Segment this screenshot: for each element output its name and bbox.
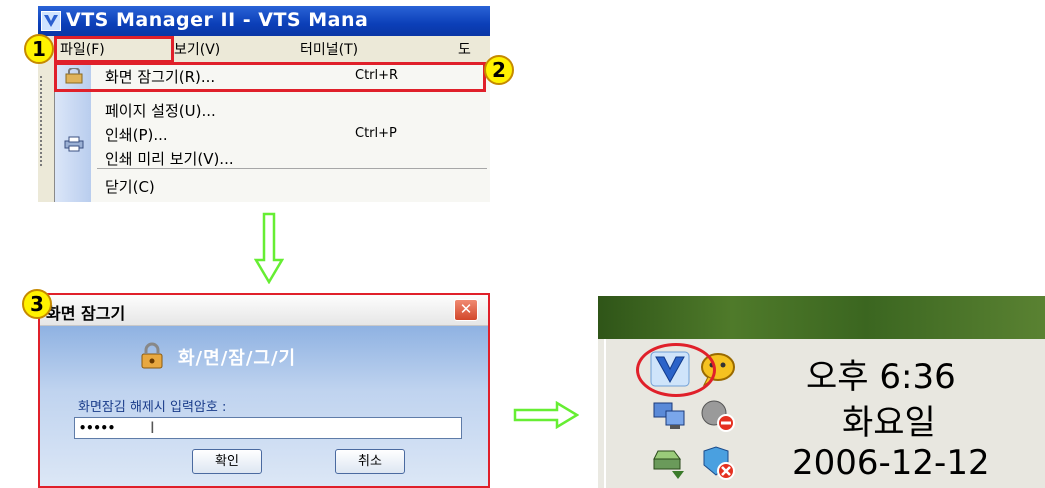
window-title: VTS Manager II - VTS Mana (66, 9, 369, 31)
step-badge-3: 3 (22, 289, 52, 319)
password-label: 화면잠김 해제시 입력암호 : (78, 400, 227, 415)
cancel-button[interactable]: 취소 (335, 449, 405, 474)
no-connection-icon[interactable] (698, 399, 738, 433)
password-input[interactable] (74, 417, 462, 439)
print-icon (64, 136, 84, 152)
menu-view[interactable]: 보기(V) (174, 39, 220, 59)
dialog-body: 화/면/잠/그/기 화면잠김 해제시 입력암호 : I 확인 취소 (40, 326, 488, 486)
text-cursor-icon: I (150, 418, 155, 437)
menu-tools-truncated[interactable]: 도 (458, 39, 471, 59)
lock-screen-dialog: 화면 잠그기 ✕ 화/면/잠/그/기 화면잠김 해제시 입력암호 : I 확인 … (38, 293, 490, 488)
tray-time[interactable]: 오후 6:36 (806, 349, 956, 398)
desktop-wallpaper (598, 296, 1045, 339)
step-badge-1: 1 (24, 34, 54, 64)
network-icon[interactable] (650, 399, 690, 433)
close-button[interactable]: ✕ (454, 299, 478, 321)
highlight-lock-screen-item (54, 62, 486, 92)
vts-app-icon (41, 11, 61, 31)
menu-terminal[interactable]: 터미널(T) (300, 39, 358, 59)
window-titlebar: VTS Manager II - VTS Mana (38, 6, 490, 36)
dialog-banner: 화/면/잠/그/기 (40, 336, 488, 376)
highlight-v-tray-icon (636, 343, 716, 397)
tray-date[interactable]: 2006-12-12 (792, 443, 990, 483)
dialog-titlebar: 화면 잠그기 ✕ (40, 295, 488, 326)
system-tray-panel: 오후 6:36 화요일 2006-12-12 (598, 296, 1045, 488)
right-arrow (513, 401, 579, 429)
ok-button[interactable]: 확인 (192, 449, 262, 474)
tray-day[interactable]: 화요일 (842, 395, 936, 444)
highlight-file-menu (54, 36, 174, 63)
toolbar-grip (40, 76, 46, 166)
down-arrow (254, 212, 284, 284)
menu-item-print-preview[interactable]: 인쇄 미리 보기(V)... (105, 148, 234, 169)
dialog-heading: 화/면/잠/그/기 (178, 348, 297, 369)
notification-area: 오후 6:36 화요일 2006-12-12 (604, 339, 1045, 488)
menu-item-print[interactable]: 인쇄(P)... (105, 124, 168, 145)
menu-separator (97, 168, 487, 169)
menu-item-page-setup[interactable]: 페이지 설정(U)... (105, 100, 216, 121)
shortcut-print: Ctrl+P (355, 126, 397, 141)
security-alert-icon[interactable] (698, 445, 738, 481)
lock-icon (141, 342, 163, 369)
safely-remove-icon[interactable] (650, 445, 690, 481)
step-badge-2: 2 (484, 55, 514, 85)
dialog-title: 화면 잠그기 (46, 304, 126, 323)
menu-item-close[interactable]: 닫기(C) (105, 176, 155, 197)
